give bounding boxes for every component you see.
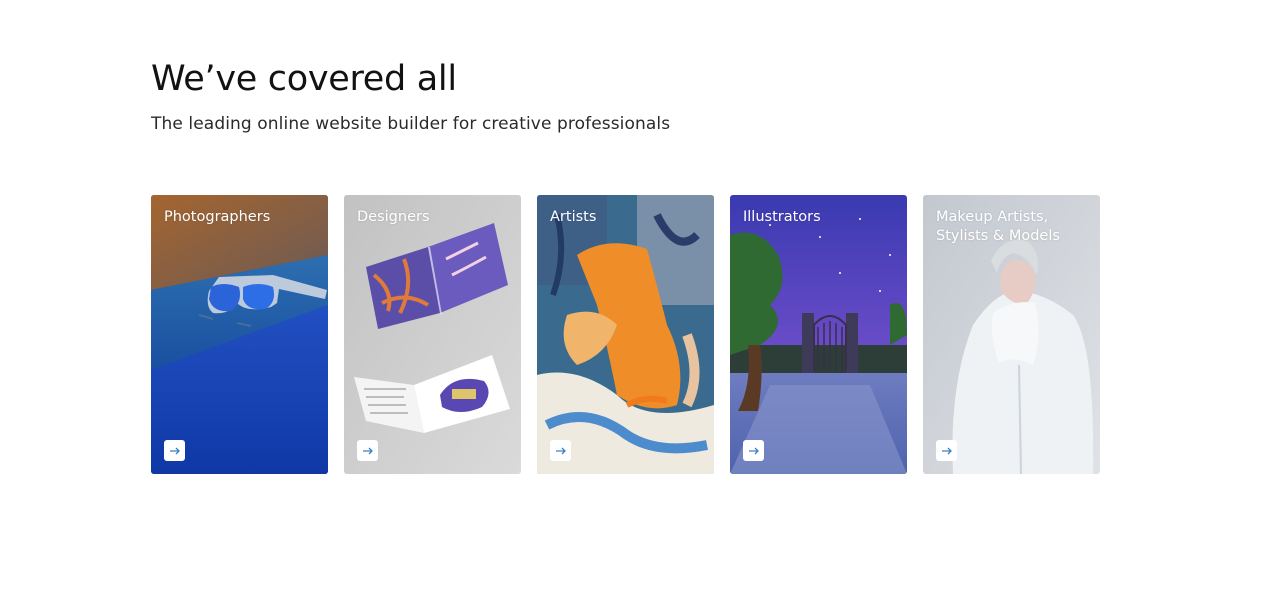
card-illustrators[interactable]: Illustrators [730, 195, 907, 474]
card-photographers[interactable]: Photographers [151, 195, 328, 474]
arrow-right-icon[interactable] [357, 440, 378, 461]
card-label: Makeup Artists, Stylists & Models [936, 209, 1060, 244]
artists-image [537, 195, 714, 474]
arrow-right-icon[interactable] [743, 440, 764, 461]
arrow-right-icon[interactable] [164, 440, 185, 461]
card-designers[interactable]: Designers [344, 195, 521, 474]
card-label: Designers [357, 209, 430, 225]
card-label: Illustrators [743, 209, 821, 225]
section-title: We’ve covered all [151, 59, 457, 99]
section-subtitle: The leading online website builder for c… [151, 114, 671, 134]
arrow-right-icon[interactable] [550, 440, 571, 461]
designers-image [344, 195, 521, 474]
card-label: Artists [550, 209, 597, 225]
card-artists[interactable]: Artists [537, 195, 714, 474]
category-cards: Photographers Designers Artists Illustra… [151, 195, 1100, 474]
card-label: Photographers [164, 209, 271, 225]
arrow-right-icon[interactable] [936, 440, 957, 461]
illustrators-image [730, 195, 907, 474]
photographers-image [151, 195, 328, 474]
card-makeup-artists[interactable]: Makeup Artists, Stylists & Models [923, 195, 1100, 474]
covered-section: We’ve covered all The leading online web… [151, 58, 1141, 135]
